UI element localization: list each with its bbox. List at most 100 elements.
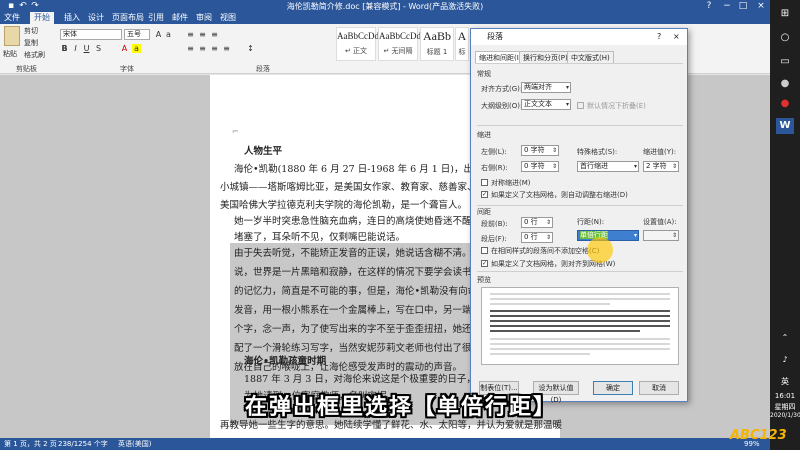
font-size-value: 五号 [127, 30, 141, 38]
highlight-icon[interactable]: a [132, 44, 141, 53]
start-icon[interactable]: ⊞ [776, 6, 794, 22]
search-icon[interactable]: ○ [776, 30, 794, 46]
spinner-icon[interactable]: ⇕ [546, 233, 551, 242]
close-icon[interactable]: × [752, 0, 770, 12]
space-before-value: 0 行 [524, 218, 538, 226]
style-normal-preview: AaBbCcDd [337, 31, 379, 41]
section-divider [477, 271, 683, 272]
dialog-title: 段落 [487, 32, 503, 41]
font-name-combo[interactable]: 宋体 [60, 29, 122, 40]
auto-adjust-checkbox[interactable]: ✓ [481, 191, 488, 198]
taskbar: ⊞ ○ ▭ ● ● W ⌃ ♪ 英 16:01 星期四 2020/1/30 [770, 0, 800, 450]
paste-button[interactable]: 粘贴 [3, 49, 17, 59]
underline-icon[interactable]: U [82, 44, 91, 53]
preview-line [490, 348, 670, 350]
dialog-help-icon[interactable]: ? [657, 29, 661, 45]
dropdown-arrow-icon: ▾ [633, 163, 637, 170]
strikethrough-icon[interactable]: S [94, 44, 103, 53]
bold-icon[interactable]: B [60, 44, 69, 53]
clock-date[interactable]: 2020/1/30 [770, 412, 800, 419]
doc-line: 1887 年 3 月 3 日，对海伦来说这是个极重要的日子，这一天 [244, 374, 505, 385]
tab-line-page-breaks[interactable]: 换行和分页(P) [519, 51, 572, 63]
record-icon[interactable]: ● [776, 76, 794, 92]
tray-chevron-icon[interactable]: ⌃ [776, 330, 794, 346]
page-corner-mark: ⌐ [232, 127, 239, 136]
tab-indents-spacing[interactable]: 缩进和间距(I) [475, 51, 526, 63]
special-indent-select[interactable]: 首行缩进 ▾ [577, 161, 639, 172]
right-indent-input[interactable]: 0 字符 ⇕ [521, 161, 559, 172]
maximize-icon[interactable]: □ [734, 0, 752, 12]
line-spacing-at-label: 设置值(A): [643, 218, 677, 226]
italic-icon[interactable]: I [71, 44, 80, 53]
align-left-icon[interactable]: ≡ [186, 44, 195, 53]
clock-time[interactable]: 16:01 [770, 392, 800, 400]
copy-button[interactable]: 复制 [24, 38, 38, 48]
tab-asian-typography[interactable]: 中文版式(H) [567, 51, 614, 63]
recorder-icon[interactable]: ● [776, 96, 794, 112]
tab-layout[interactable]: 页面布局 [108, 12, 148, 24]
no-space-same-style-checkbox[interactable] [481, 247, 488, 254]
spinner-icon[interactable]: ⇕ [552, 146, 557, 155]
space-after-input[interactable]: 0 行 ⇕ [521, 232, 553, 243]
bullets-icon[interactable]: ≡ [186, 30, 195, 39]
alignment-select[interactable]: 两端对齐 ▾ [521, 82, 571, 93]
multilevel-icon[interactable]: ≡ [210, 30, 219, 39]
tab-divider [475, 63, 683, 64]
preview-line [490, 343, 670, 345]
tab-home[interactable]: 开始 [30, 12, 54, 24]
cut-button[interactable]: 剪切 [24, 26, 38, 36]
spinner-icon[interactable]: ⇕ [672, 231, 677, 240]
paste-icon[interactable] [4, 26, 20, 46]
format-painter-button[interactable]: 格式刷 [24, 50, 45, 60]
preview-line [490, 293, 670, 295]
tab-references[interactable]: 引用 [144, 12, 168, 24]
dropdown-arrow-icon: ▾ [565, 84, 569, 91]
grow-font-icon[interactable]: A [154, 30, 163, 39]
tab-design[interactable]: 设计 [84, 12, 108, 24]
doc-line: 的记忆力，简直是不可能的事，但是，海伦•凯勒没有向命运屈服 [234, 286, 506, 297]
tab-file[interactable]: 文件 [0, 12, 24, 24]
align-right-icon[interactable]: ≡ [210, 44, 219, 53]
line-spacing-icon[interactable]: ↕ [246, 44, 255, 53]
help-button[interactable]: ? [700, 0, 718, 12]
task-view-icon[interactable]: ▭ [776, 54, 794, 70]
style-heading2-preview: A [457, 29, 467, 43]
spinner-icon[interactable]: ⇕ [546, 218, 551, 227]
no-space-same-style-label: 在相同样式的段落间不添加空格(C) [491, 247, 600, 255]
word-count[interactable]: 238/1254 个字 [58, 438, 108, 450]
mirror-indents-checkbox[interactable] [481, 179, 488, 186]
spinner-icon[interactable]: ⇕ [672, 162, 677, 171]
page-count[interactable]: 第 1 页，共 2 页 [4, 438, 57, 450]
shrink-font-icon[interactable]: a [164, 30, 173, 39]
volume-icon[interactable]: ♪ [776, 352, 794, 368]
style-no-spacing[interactable]: AaBbCcDd ↵ 无间隔 [378, 27, 421, 61]
clock-weekday[interactable]: 星期四 [770, 402, 800, 412]
left-indent-input[interactable]: 0 字符 ⇕ [521, 145, 559, 156]
font-size-combo[interactable]: 五号 [124, 29, 150, 40]
left-indent-value: 0 字符 [524, 146, 545, 154]
preview-line [490, 303, 610, 305]
outline-level-select[interactable]: 正文文本 ▾ [521, 99, 571, 110]
language-indicator[interactable]: 英语(美国) [118, 438, 151, 450]
indent-by-input[interactable]: 2 字符 ⇕ [643, 161, 679, 172]
space-before-input[interactable]: 0 行 ⇕ [521, 217, 553, 228]
spinner-icon[interactable]: ⇕ [552, 162, 557, 171]
style-heading1[interactable]: AaBb 标题 1 [420, 27, 454, 61]
font-color-icon[interactable]: A [120, 44, 129, 53]
snap-to-grid-checkbox[interactable]: ✓ [481, 260, 488, 267]
ok-button[interactable]: 确定 [593, 381, 633, 395]
tab-insert[interactable]: 插入 [60, 12, 84, 24]
tab-review[interactable]: 审阅 [192, 12, 216, 24]
line-spacing-at-input[interactable]: ⇕ [643, 230, 679, 241]
justify-icon[interactable]: ≡ [222, 44, 231, 53]
tab-mailings[interactable]: 邮件 [168, 12, 192, 24]
cancel-button[interactable]: 取消 [639, 381, 679, 395]
word-app-icon[interactable]: W [776, 118, 794, 134]
align-center-icon[interactable]: ≡ [198, 44, 207, 53]
numbering-icon[interactable]: ≡ [198, 30, 207, 39]
style-heading2[interactable]: A 标 [455, 27, 469, 61]
dialog-close-icon[interactable]: × [673, 29, 680, 45]
ime-indicator[interactable]: 英 [770, 376, 800, 387]
style-normal[interactable]: AaBbCcDd ↵ 正文 [336, 27, 379, 61]
tab-view[interactable]: 视图 [216, 12, 240, 24]
